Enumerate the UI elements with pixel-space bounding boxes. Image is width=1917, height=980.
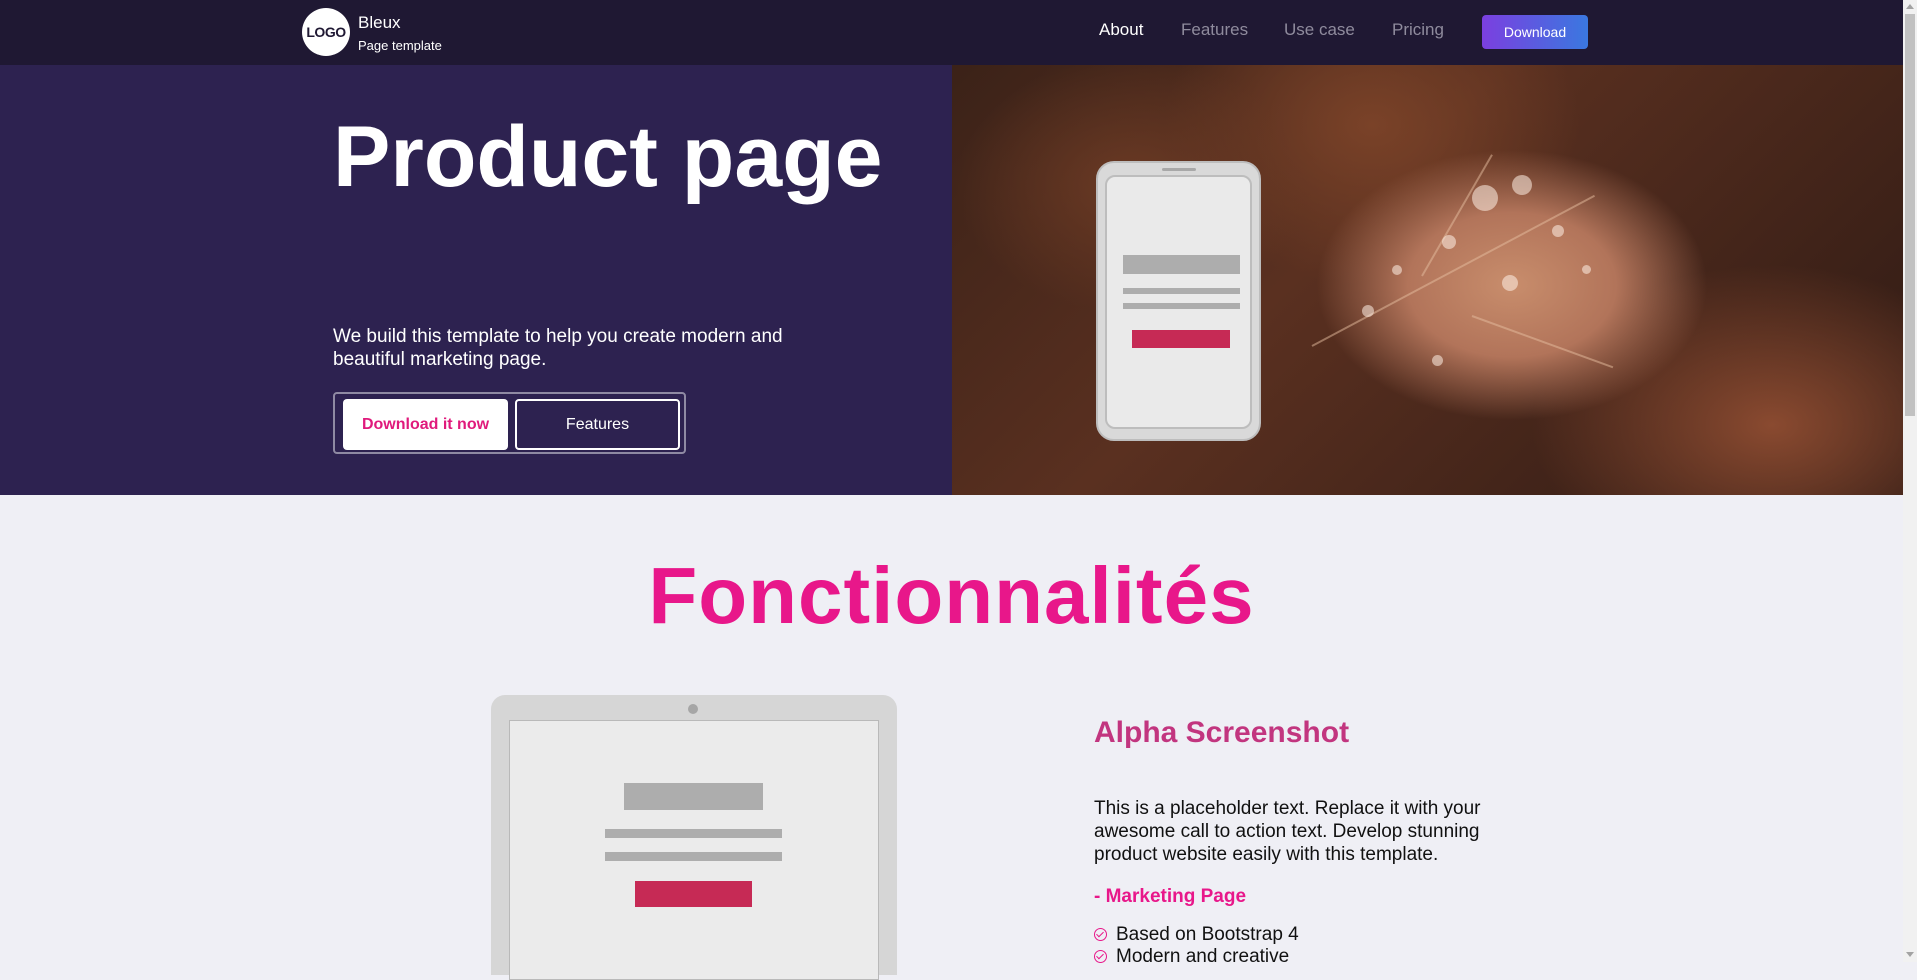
check-circle-icon [1094, 950, 1107, 963]
phone-speaker [1162, 168, 1196, 171]
phone-mockup [1096, 161, 1261, 441]
nav-link-about[interactable]: About [1099, 20, 1143, 40]
water-drop [1362, 305, 1374, 317]
check-circle-icon [1094, 928, 1107, 941]
water-drop [1512, 175, 1532, 195]
logo[interactable]: LOGO [302, 8, 350, 56]
phone-screen [1105, 175, 1252, 429]
water-drop [1552, 225, 1564, 237]
hero-description: We build this template to help you creat… [333, 326, 783, 370]
feature-subheading: - Marketing Page [1094, 886, 1247, 907]
feature-heading: Alpha Screenshot [1094, 716, 1350, 749]
laptop-mockup [491, 695, 897, 980]
water-drop [1582, 265, 1591, 274]
list-item-label: Based on Bootstrap 4 [1116, 924, 1299, 945]
nav-link-features[interactable]: Features [1181, 20, 1248, 40]
hero-title: Product page [333, 109, 883, 205]
download-it-now-button[interactable]: Download it now [343, 399, 508, 450]
placeholder-line [1123, 288, 1240, 294]
scroll-up-arrow-icon[interactable] [1906, 4, 1914, 9]
hero-button-group: Download it now Features [333, 392, 686, 454]
brand-subtitle: Page template [358, 38, 442, 53]
placeholder-line [605, 829, 782, 838]
features-button[interactable]: Features [515, 399, 680, 450]
placeholder-bar [624, 783, 763, 810]
placeholder-line [1123, 303, 1240, 309]
leaf-vein [1471, 315, 1614, 369]
water-drop [1442, 235, 1456, 249]
placeholder-bar [1123, 255, 1240, 274]
water-drop [1432, 355, 1443, 366]
placeholder-cta [1132, 330, 1230, 348]
features-title: Fonctionnalités [648, 551, 1255, 640]
scrollbar[interactable] [1903, 0, 1917, 962]
download-button[interactable]: Download [1482, 15, 1588, 49]
nav-link-use-case[interactable]: Use case [1284, 20, 1355, 40]
navbar: LOGO Bleux Page template About Features … [0, 0, 1903, 65]
scroll-thumb[interactable] [1905, 14, 1915, 416]
feature-description: This is a placeholder text. Replace it w… [1094, 798, 1481, 865]
hero-image [952, 65, 1903, 495]
water-drop [1502, 275, 1518, 291]
feature-list: Based on Bootstrap 4 Modern and creative [1094, 924, 1299, 968]
hero-section: Product page We build this template to h… [0, 65, 952, 495]
list-item: Modern and creative [1094, 946, 1299, 968]
brand-name: Bleux [358, 13, 401, 32]
laptop-screen [509, 720, 879, 980]
scroll-down-arrow-icon[interactable] [1906, 952, 1914, 957]
laptop-camera [688, 704, 698, 714]
leaf-vein [1421, 154, 1493, 277]
water-drop [1392, 265, 1402, 275]
list-item-label: Modern and creative [1116, 946, 1290, 967]
placeholder-line [605, 852, 782, 861]
nav-link-pricing[interactable]: Pricing [1392, 20, 1444, 40]
list-item: Based on Bootstrap 4 [1094, 924, 1299, 946]
placeholder-cta [635, 881, 752, 907]
water-drop [1472, 185, 1498, 211]
